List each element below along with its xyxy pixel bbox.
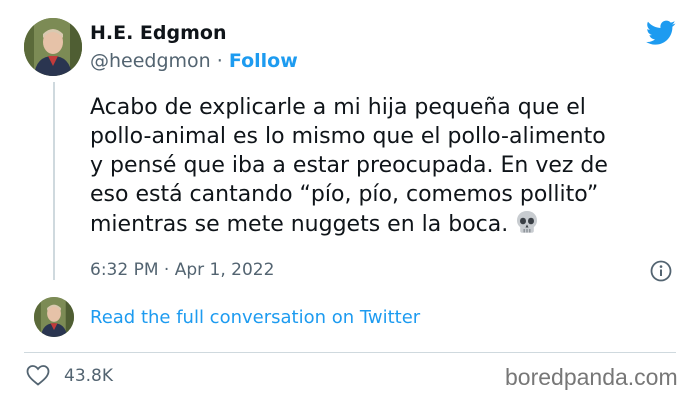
author-handle-row: @heedgmon · Follow	[90, 50, 298, 72]
tweet-text: Acabo de explicarle a mi hija pequeña qu…	[90, 93, 680, 239]
tweet-timestamp[interactable]: 6:32 PM · Apr 1, 2022	[90, 260, 274, 280]
tweet-line: y pensé que iba a estar preocupada. En v…	[90, 153, 608, 178]
twitter-bird-icon[interactable]	[646, 20, 676, 46]
skull-emoji	[517, 211, 538, 233]
like-count: 43.8K	[64, 366, 113, 386]
divider	[24, 352, 676, 353]
tweet-line: mientras se mete nuggets en la boca.	[90, 212, 509, 237]
tweet-line-last: mientras se mete nuggets en la boca.	[90, 209, 680, 239]
separator-dot: ·	[216, 50, 223, 72]
follow-button[interactable]: Follow	[229, 50, 298, 72]
tweet-line: pollo-animal es lo mismo que el pollo-al…	[90, 124, 606, 149]
read-conversation-link[interactable]: Read the full conversation on Twitter	[90, 307, 420, 328]
tweet-line: eso está cantando “pío, pío, comemos pol…	[90, 182, 599, 207]
author-avatar[interactable]	[24, 18, 82, 76]
watermark: boredpanda.com	[505, 364, 678, 390]
tweet-line: Acabo de explicarle a mi hija pequeña qu…	[90, 95, 586, 120]
author-handle[interactable]: @heedgmon	[90, 50, 211, 72]
thread-line	[53, 82, 55, 280]
heart-icon[interactable]	[26, 364, 50, 386]
info-icon[interactable]	[650, 260, 672, 282]
author-name[interactable]: H.E. Edgmon	[90, 22, 227, 44]
author-avatar-small[interactable]	[34, 297, 74, 337]
